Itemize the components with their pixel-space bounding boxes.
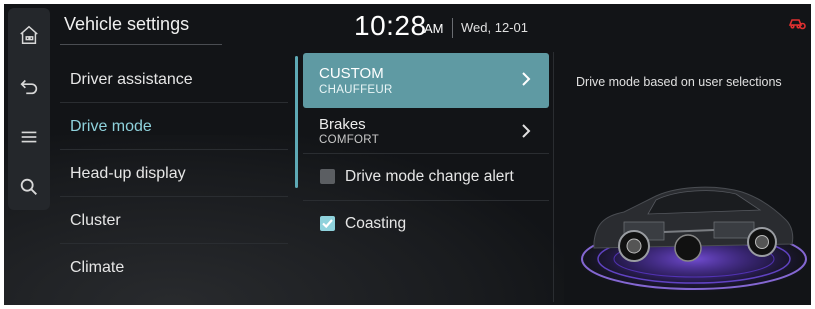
page-title: Vehicle settings — [64, 14, 190, 34]
home-button[interactable] — [8, 10, 50, 60]
title-underline — [60, 44, 222, 45]
menu-item-driver-assistance[interactable]: Driver assistance — [60, 56, 288, 103]
menu-button[interactable] — [8, 112, 50, 162]
scroll-indicator[interactable] — [295, 56, 298, 188]
menu-item-climate[interactable]: Climate — [60, 244, 288, 291]
coasting-label: Coasting — [345, 215, 407, 232]
menu-item-head-up-display[interactable]: Head-up display — [60, 150, 288, 197]
chevron-right-icon — [522, 72, 531, 86]
chevron-right-icon — [522, 124, 531, 138]
search-button[interactable] — [8, 162, 50, 212]
back-button[interactable] — [8, 61, 50, 111]
clock-date: Wed, 12-01 — [461, 20, 528, 35]
icon-rail — [8, 8, 50, 210]
drive-mode-change-alert-label: Drive mode change alert — [345, 168, 514, 185]
screen: Vehicle settings 10:28 AM Wed, 12-01 Dri… — [4, 4, 811, 305]
menu-item-drive-mode[interactable]: Drive mode — [60, 103, 288, 150]
menu-item-cluster[interactable]: Cluster — [60, 197, 288, 244]
coasting-checkbox[interactable] — [320, 216, 335, 231]
custom-subtitle: CHAUFFEUR — [319, 84, 393, 96]
clock-time: 10:28 — [354, 10, 427, 41]
brakes-option[interactable]: Brakes COMFORT — [303, 108, 549, 154]
home-icon — [20, 25, 38, 44]
clock-ampm: AM — [424, 21, 444, 36]
back-icon — [20, 79, 38, 95]
custom-mode-option[interactable]: CUSTOM CHAUFFEUR — [303, 53, 549, 108]
car-connect-status-icon — [788, 19, 806, 30]
coasting-option[interactable]: Coasting — [303, 201, 549, 248]
brakes-title: Brakes — [319, 116, 366, 133]
drive-mode-change-alert-option[interactable]: Drive mode change alert — [303, 154, 549, 201]
search-icon — [20, 178, 37, 195]
drive-mode-change-alert-checkbox[interactable] — [320, 169, 335, 184]
checkmark-icon — [322, 219, 333, 229]
menu-icon — [21, 131, 37, 143]
drive-mode-description: Drive mode based on user selections — [576, 75, 782, 89]
car-illustration — [576, 186, 809, 293]
panel-divider — [553, 52, 554, 302]
custom-title: CUSTOM — [319, 65, 384, 82]
brakes-subtitle: COMFORT — [319, 134, 380, 146]
header-separator — [452, 18, 453, 38]
